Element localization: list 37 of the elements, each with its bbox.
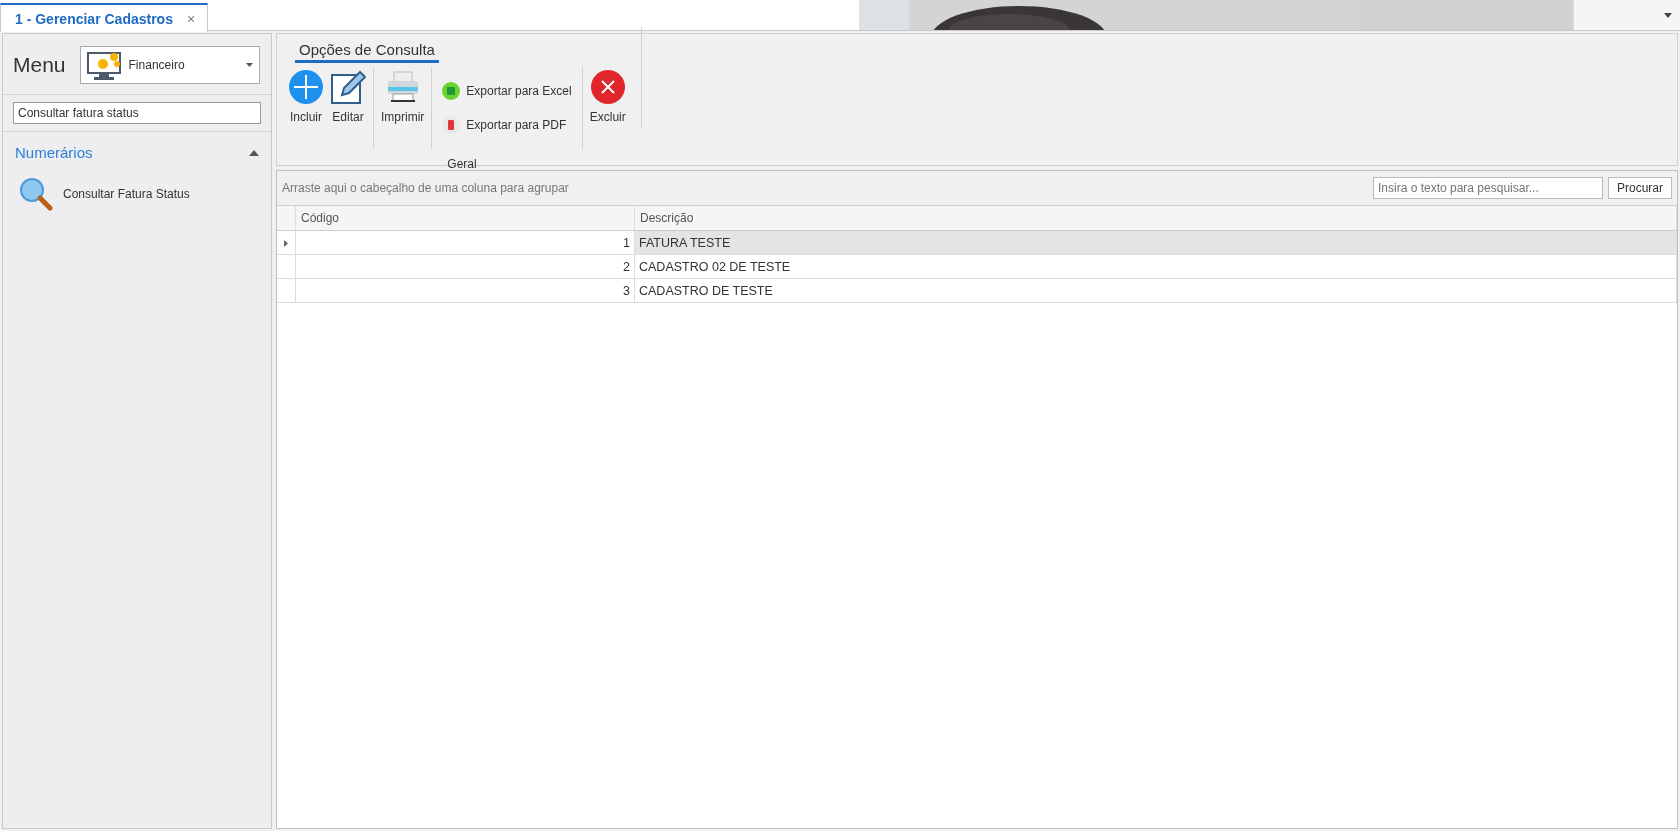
magnifier-icon [19,177,53,211]
collapse-icon[interactable] [249,149,259,156]
export-button[interactable]: Exportar para Excel [440,80,574,102]
ribbon-tab[interactable]: Opções de Consulta [295,38,439,63]
close-icon [589,69,626,105]
delete-button[interactable]: Excluir [586,67,629,149]
caret-icon [245,63,253,67]
search-field[interactable]: Insira o texto para pesquisar... [1373,177,1603,199]
document-icon [442,116,461,134]
dropdown-icon[interactable] [1664,12,1672,18]
group-hint: Arraste aqui o cabeçalho de uma coluna para agrupar [282,181,569,195]
column-header[interactable]: Descrição [634,206,1677,231]
edit-button[interactable]: Editar [327,67,369,149]
module-dropdown[interactable]: Financeiro [79,46,260,84]
document-tab[interactable]: 1 - Gerenciar Cadastros × [0,3,209,32]
column-header[interactable]: Código [295,206,635,231]
print-button[interactable]: Imprimir [378,67,428,149]
plus-icon [288,69,324,105]
table-cell: CADASTRO DE TESTE [634,278,1677,303]
table-cell: CADASTRO 02 DE TESTE [634,254,1677,279]
close-icon[interactable]: × [186,10,196,27]
monitor-icon [86,49,123,81]
export-button[interactable]: Exportar para PDF [440,114,574,136]
table-cell: 1 [295,230,635,255]
search-button[interactable]: Procurar [1608,177,1672,199]
tab-title: 1 - Gerenciar Cadastros [15,10,173,27]
group-title[interactable]: Numerários [15,144,93,161]
menu-item[interactable]: Consultar Fatura Status [3,169,271,219]
filter-field[interactable]: Consultar fatura status [13,102,261,124]
add-button[interactable]: Incluir [285,67,327,149]
table-cell: 3 [295,278,635,303]
pencil-icon [330,69,366,105]
spreadsheet-icon [442,82,461,100]
table-cell: FATURA TESTE [634,230,1677,255]
group-label: Geral [447,157,477,171]
menu-title: Menu [13,53,66,77]
table-cell: 2 [295,254,635,279]
